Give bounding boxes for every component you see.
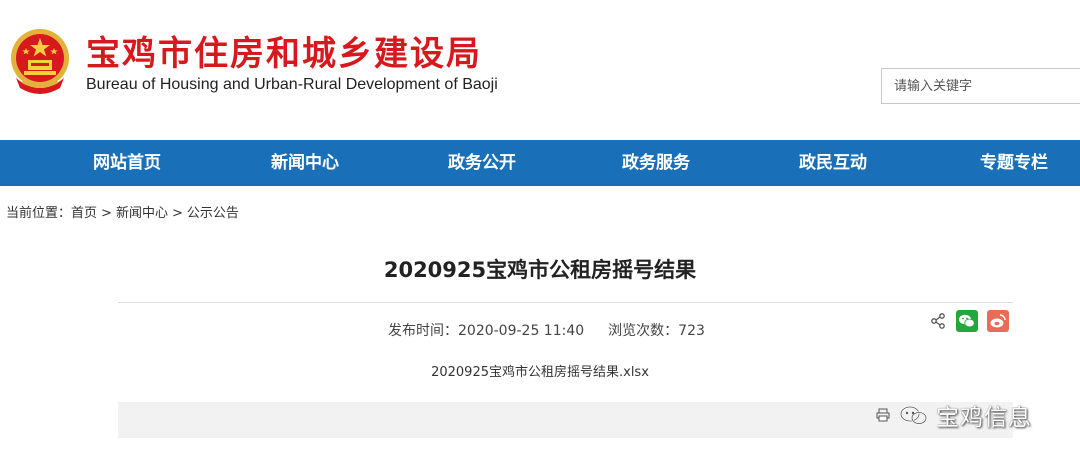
breadcrumb: 当前位置：首页 > 新闻中心 > 公示公告: [6, 202, 239, 221]
nav-item-gov-services[interactable]: 政务服务: [622, 140, 690, 186]
nav-item-special-topics[interactable]: 专题专栏: [980, 140, 1048, 186]
site-header: 宝鸡市住房和城乡建设局 Bureau of Housing and Urban-…: [0, 0, 1080, 140]
breadcrumb-separator: >: [101, 206, 112, 221]
breadcrumb-home[interactable]: 首页: [71, 206, 97, 221]
breadcrumb-announcements[interactable]: 公示公告: [187, 206, 239, 221]
watermark-text: 宝鸡信息: [936, 405, 1032, 431]
attachment: 2020925宝鸡市公租房摇号结果.xlsx: [0, 361, 1080, 380]
publish-time: 2020-09-25 11:40: [458, 323, 585, 339]
site-title-cn[interactable]: 宝鸡市住房和城乡建设局: [86, 26, 482, 75]
article-meta: 发布时间：2020-09-25 11:40 浏览次数：723: [388, 320, 705, 340]
article-divider: [118, 302, 1013, 303]
publish-label: 发布时间：: [388, 323, 458, 339]
search-input[interactable]: [882, 69, 1080, 103]
weibo-glyph-icon: [990, 314, 1006, 328]
article-title: 2020925宝鸡市公租房摇号结果: [383, 258, 697, 282]
views-count: 723: [678, 323, 705, 339]
weibo-icon[interactable]: [987, 310, 1009, 332]
breadcrumb-prefix: 当前位置：: [6, 206, 72, 221]
wechat-official-account-icon: [900, 406, 927, 425]
watermark: 宝鸡信息: [876, 400, 1032, 431]
attachment-link[interactable]: 2020925宝鸡市公租房摇号结果.xlsx: [431, 365, 649, 380]
share-icon[interactable]: [930, 313, 946, 329]
site-title-en: Bureau of Housing and Urban-Rural Develo…: [86, 76, 498, 93]
nav-item-news[interactable]: 新闻中心: [271, 140, 339, 186]
main-nav: 网站首页 新闻中心 政务公开 政务服务 政民互动 专题专栏: [0, 140, 1080, 186]
nav-item-home[interactable]: 网站首页: [93, 140, 161, 186]
breadcrumb-news[interactable]: 新闻中心: [116, 206, 168, 221]
nav-item-public-affairs[interactable]: 政务公开: [448, 140, 516, 186]
national-emblem-icon[interactable]: [6, 26, 74, 98]
breadcrumb-separator: >: [171, 206, 183, 221]
views-label: 浏览次数：: [608, 323, 679, 339]
wechat-glyph-icon: [959, 314, 975, 328]
wechat-icon[interactable]: [956, 310, 978, 332]
search-box[interactable]: [881, 68, 1080, 104]
nav-item-interaction[interactable]: 政民互动: [799, 140, 867, 186]
print-icon[interactable]: [876, 408, 890, 422]
